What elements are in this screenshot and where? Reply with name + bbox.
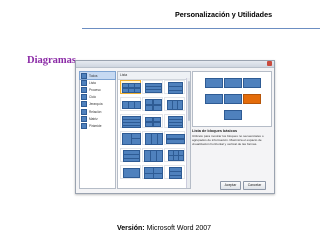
layout-thumbnail[interactable]: [142, 114, 163, 128]
layout-thumbnail[interactable]: [142, 131, 163, 145]
layout-thumbnail[interactable]: [120, 114, 141, 128]
preview-shape: [224, 94, 242, 104]
category-list: Todos Lista Proceso Ciclo Jerarquía Relación M…: [79, 70, 116, 189]
list-icon: [81, 79, 87, 86]
layout-gallery: Lista: [117, 71, 191, 189]
thumbnail-shape: [168, 90, 183, 94]
layout-thumbnail[interactable]: [164, 165, 185, 179]
thumbnail-shape: [123, 158, 140, 162]
gallery-scrollbar[interactable]: [186, 78, 190, 188]
relationship-icon: [81, 108, 87, 115]
hierarchy-icon: [81, 101, 87, 108]
accept-button[interactable]: Aceptar: [220, 181, 241, 190]
preview-shape: [205, 78, 223, 88]
thumbnail-shape: [169, 175, 182, 179]
smartart-dialog: Todos Lista Proceso Ciclo Jerarquía Relación M…: [75, 60, 275, 194]
thumbnail-shape: [153, 173, 163, 179]
thumbnail-shape: [122, 125, 141, 128]
preview-shape: [243, 78, 261, 88]
thumbnail-shape: [134, 101, 141, 109]
description-text: Utilícelo para mostrar los bloques no se…: [192, 134, 264, 146]
layout-thumbnail[interactable]: [164, 148, 185, 162]
layout-thumbnail[interactable]: [120, 131, 141, 145]
matrix-icon: [81, 115, 87, 122]
preview-shape: [205, 94, 223, 104]
all-icon: [81, 72, 87, 79]
category-item[interactable]: Matriz: [80, 115, 115, 122]
footer-version: Versión: Microsoft Word 2007: [117, 225, 211, 232]
layout-thumbnail[interactable]: [120, 97, 141, 111]
close-icon[interactable]: [267, 61, 272, 66]
version-value: Microsoft Word 2007: [146, 225, 212, 232]
thumbnail-shape: [157, 133, 163, 145]
cancel-button[interactable]: Cancelar: [243, 181, 266, 190]
category-item[interactable]: Ciclo: [80, 94, 115, 101]
thumbnail-shape: [166, 139, 185, 144]
category-item[interactable]: Jerarquía: [80, 101, 115, 108]
thumbnail-shape: [168, 125, 183, 128]
thumbnail-shape: [131, 138, 141, 145]
layout-thumbnail[interactable]: [142, 97, 163, 111]
slide-heading: Diagramas: [27, 55, 76, 66]
thumbnail-shape: [153, 105, 162, 111]
category-label: Jerarquía: [89, 102, 103, 107]
thumbnail-shape: [153, 122, 161, 127]
layout-thumbnail[interactable]: [142, 80, 163, 94]
layout-thumbnail[interactable]: [120, 148, 141, 162]
thumbnail-shape: [145, 122, 153, 127]
category-label: Todos: [89, 73, 98, 78]
layout-thumbnail[interactable]: [120, 165, 141, 179]
layout-thumbnail[interactable]: [164, 97, 185, 111]
layout-thumbnail[interactable]: [120, 80, 141, 94]
category-label: Ciclo: [89, 95, 97, 100]
category-item[interactable]: Pirámide: [80, 122, 115, 129]
category-label: Matriz: [89, 116, 98, 121]
preview-shape: [243, 94, 261, 104]
category-item[interactable]: Todos: [79, 70, 116, 81]
header-rule: [82, 28, 320, 29]
layout-preview: [192, 71, 272, 127]
pyramid-icon: [81, 122, 87, 129]
preview-shape: [224, 78, 242, 88]
gallery-grid: [120, 80, 187, 179]
header-title: Personalización y Utilidades: [175, 10, 273, 19]
thumbnail-shape: [177, 100, 183, 110]
process-icon: [81, 86, 87, 93]
layout-thumbnail[interactable]: [164, 131, 185, 145]
category-label: Relación: [89, 109, 102, 114]
thumbnail-shape: [123, 168, 140, 178]
category-label: Pirámide: [89, 123, 102, 128]
category-item[interactable]: Proceso: [80, 86, 115, 93]
category-item[interactable]: Relación: [80, 108, 115, 115]
cycle-icon: [81, 94, 87, 101]
layout-thumbnail[interactable]: [142, 148, 163, 162]
category-label: Proceso: [89, 87, 101, 92]
thumbnail-shape: [145, 89, 162, 93]
category-item[interactable]: Lista: [80, 79, 115, 86]
thumbnail-shape: [156, 150, 163, 162]
layout-thumbnail[interactable]: [164, 80, 185, 94]
category-label: Lista: [89, 80, 96, 85]
dialog-titlebar: [76, 61, 274, 68]
preview-shape: [224, 110, 242, 120]
gallery-header: Lista: [118, 72, 190, 80]
layout-thumbnail[interactable]: [142, 165, 163, 179]
thumbnail-shape: [145, 105, 153, 111]
version-label: Versión:: [117, 225, 145, 232]
thumbnail-shape: [178, 155, 184, 161]
layout-thumbnail[interactable]: [164, 114, 185, 128]
thumbnail-shape: [134, 88, 141, 93]
description-title: Lista de bloques básicos: [192, 129, 238, 133]
